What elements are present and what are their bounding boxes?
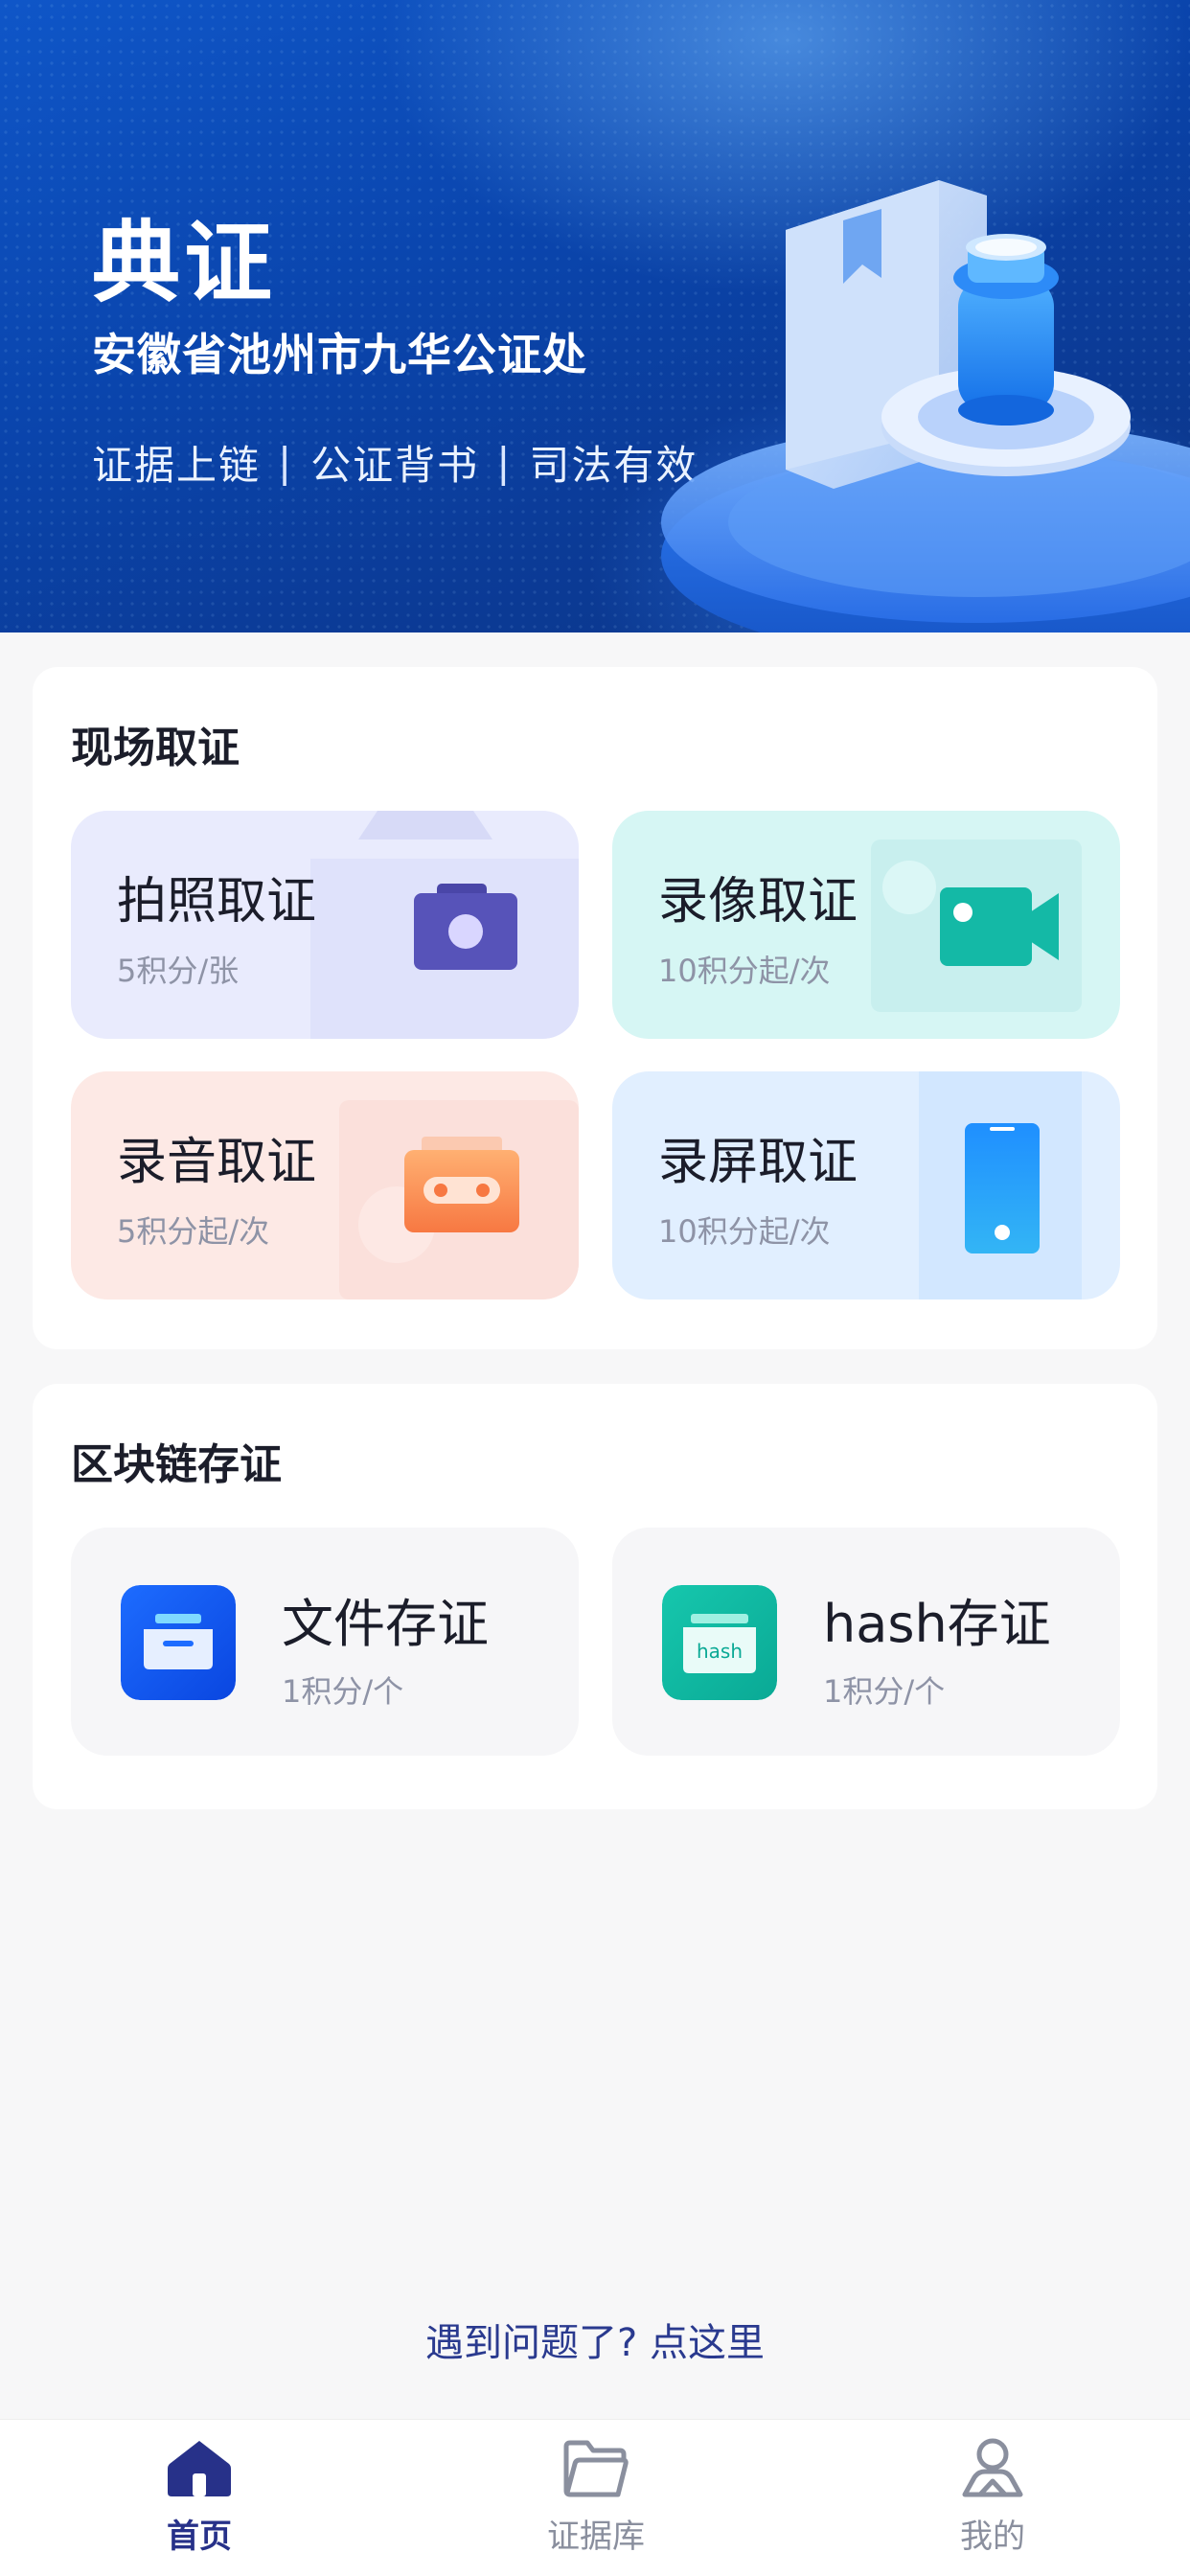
notary-office-name: 安徽省池州市九华公证处: [92, 329, 587, 380]
folder-icon: [563, 2440, 629, 2497]
file-evidence-button[interactable]: 文件存证 1积分/个: [71, 1528, 579, 1756]
tab-label: 我的: [960, 2518, 1025, 2556]
section-title: 区块链存证: [71, 1440, 282, 1489]
section-title: 现场取证: [71, 724, 240, 772]
feature-tag: 公证背书: [310, 442, 480, 489]
camera-icon: [414, 884, 517, 970]
video-evidence-button[interactable]: 录像取证 10积分起/次: [612, 811, 1120, 1039]
cassette-icon: [404, 1137, 519, 1232]
tab-profile[interactable]: 我的: [897, 2437, 1088, 2571]
store-label: hash存证: [823, 1594, 1051, 1654]
store-label: 文件存证: [282, 1594, 489, 1654]
tile-price: 10积分起/次: [658, 953, 831, 989]
feature-tag: 证据上链: [92, 442, 262, 489]
hash-evidence-button[interactable]: hash hash存证 1积分/个: [612, 1528, 1120, 1756]
bottom-tab-bar: 首页 证据库 我的: [0, 2419, 1190, 2576]
tile-price: 10积分起/次: [658, 1213, 831, 1250]
blockchain-evidence-card: 区块链存证 文件存证 1积分/个 hash hash存证 1积分/个: [33, 1384, 1157, 1809]
header-banner: 典证 安徽省池州市九华公证处 证据上链 | 公证背书 | 司法有效: [0, 0, 1190, 632]
tab-home[interactable]: 首页: [103, 2437, 295, 2571]
tile-label: 录像取证: [658, 873, 858, 931]
store-price: 1积分/个: [823, 1673, 946, 1710]
tab-label: 证据库: [547, 2518, 645, 2556]
store-price: 1积分/个: [282, 1673, 404, 1710]
tab-label: 首页: [167, 2518, 232, 2556]
user-icon: [962, 2438, 1023, 2497]
tag-separator: |: [278, 439, 294, 486]
video-camera-icon: [940, 887, 1059, 966]
tag-separator: |: [496, 439, 513, 486]
photo-evidence-button[interactable]: 拍照取证 5积分/张: [71, 811, 579, 1039]
feature-tags: 证据上链 | 公证背书 | 司法有效: [92, 433, 698, 492]
help-link[interactable]: 遇到问题了? 点这里: [0, 2312, 1190, 2367]
screen-record-evidence-button[interactable]: 录屏取证 10积分起/次: [612, 1071, 1120, 1300]
notary-stamp-illustration: [661, 180, 1190, 632]
tile-price: 5积分起/次: [117, 1213, 270, 1250]
hash-icon: hash: [662, 1585, 777, 1700]
tile-label: 拍照取证: [117, 873, 317, 931]
tile-label: 录音取证: [117, 1134, 317, 1191]
phone-icon: [965, 1123, 1040, 1254]
tile-price: 5积分/张: [117, 953, 240, 989]
home-icon: [168, 2441, 231, 2496]
file-tray-icon: [121, 1585, 236, 1700]
tile-label: 录屏取证: [658, 1134, 858, 1191]
audio-evidence-button[interactable]: 录音取证 5积分起/次: [71, 1071, 579, 1300]
hash-icon-text: hash: [697, 1640, 743, 1663]
onsite-evidence-card: 现场取证 拍照取证 5积分/张 录像取证 10积分起/次 录音取证 5积分起/次…: [33, 667, 1157, 1349]
tab-evidence-library[interactable]: 证据库: [500, 2437, 692, 2571]
app-title: 典证: [92, 212, 277, 314]
